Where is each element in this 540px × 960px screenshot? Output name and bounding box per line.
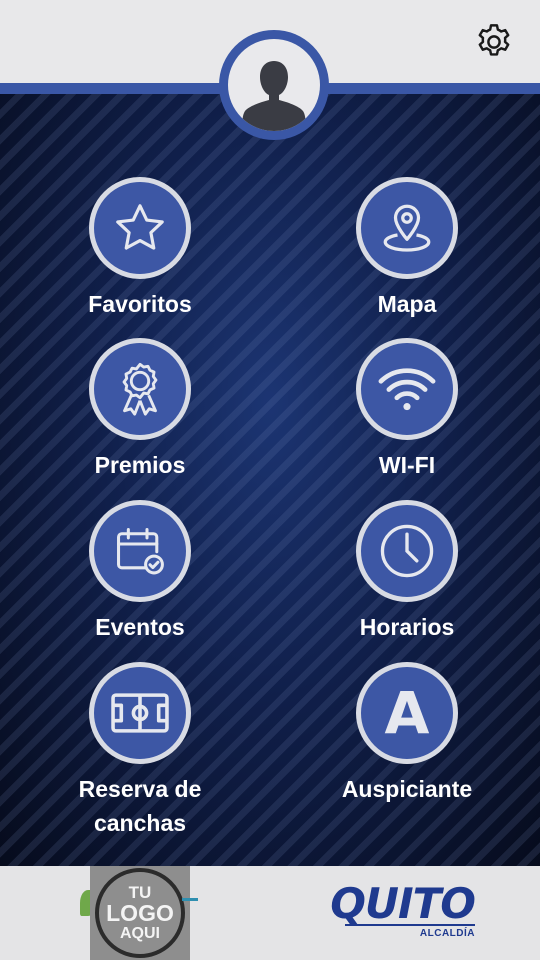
premios-icon-circle [89, 338, 191, 440]
reserva-label: Reserva de canchas [79, 772, 202, 840]
quito-logo-subtitle: ALCALDÍA [419, 928, 475, 939]
logo-placeholder-badge: TU LOGO AQUI [95, 868, 185, 958]
horarios-icon-circle [356, 500, 458, 602]
reserva-icon-circle [89, 662, 191, 764]
quito-brand-logo[interactable]: QUITO ALCALDÍA [330, 880, 476, 946]
auspiciante-icon-circle: A [356, 662, 458, 764]
your-logo-here-placeholder[interactable]: TU LOGO AQUI [90, 866, 190, 960]
quito-logo-underline [345, 924, 475, 926]
reserva-label-line2: canchas [93, 810, 187, 836]
menu-item-wifi[interactable]: WI-FI [297, 338, 517, 488]
logo-placeholder-line3: AQUI [120, 925, 160, 942]
menu-item-reserva-canchas[interactable]: Reserva de canchas [30, 662, 250, 842]
favoritos-icon-circle [89, 177, 191, 279]
logo-placeholder-line2: LOGO [106, 900, 174, 926]
letter-a-icon: A [384, 679, 430, 747]
reserva-label-line1: Reserva de [78, 776, 202, 802]
soccer-field-icon [111, 693, 169, 733]
star-icon [116, 204, 164, 250]
logo-placeholder-line1: TU [128, 883, 152, 902]
menu-item-premios[interactable]: Premios [30, 338, 250, 488]
user-silhouette-icon [242, 61, 306, 131]
logo-fragment-stroke [182, 898, 198, 901]
premios-label: Premios [94, 452, 186, 478]
eventos-icon-circle [89, 500, 191, 602]
mapa-icon-circle [356, 177, 458, 279]
award-ribbon-icon [122, 362, 158, 416]
clock-icon [380, 524, 434, 578]
avatar [228, 39, 320, 131]
horarios-label: Horarios [359, 614, 455, 640]
quito-logo-word: QUITO [330, 879, 476, 928]
wifi-label: WI-FI [378, 452, 436, 478]
wifi-icon [378, 368, 436, 411]
menu-item-horarios[interactable]: Horarios [297, 500, 517, 650]
profile-avatar-button[interactable] [219, 30, 329, 140]
mapa-label: Mapa [377, 291, 437, 317]
calendar-check-icon [117, 528, 164, 575]
menu-item-auspiciante[interactable]: A Auspiciante [297, 662, 517, 812]
menu-item-mapa[interactable]: Mapa [297, 177, 517, 327]
wifi-icon-circle [356, 338, 458, 440]
map-pin-icon [383, 204, 431, 252]
auspiciante-label: Auspiciante [341, 776, 473, 802]
menu-item-favoritos[interactable]: Favoritos [30, 177, 250, 327]
favoritos-label: Favoritos [88, 291, 192, 317]
menu-item-eventos[interactable]: Eventos [30, 500, 250, 650]
eventos-label: Eventos [95, 614, 185, 640]
gear-icon [478, 24, 510, 56]
settings-button[interactable] [472, 20, 516, 64]
